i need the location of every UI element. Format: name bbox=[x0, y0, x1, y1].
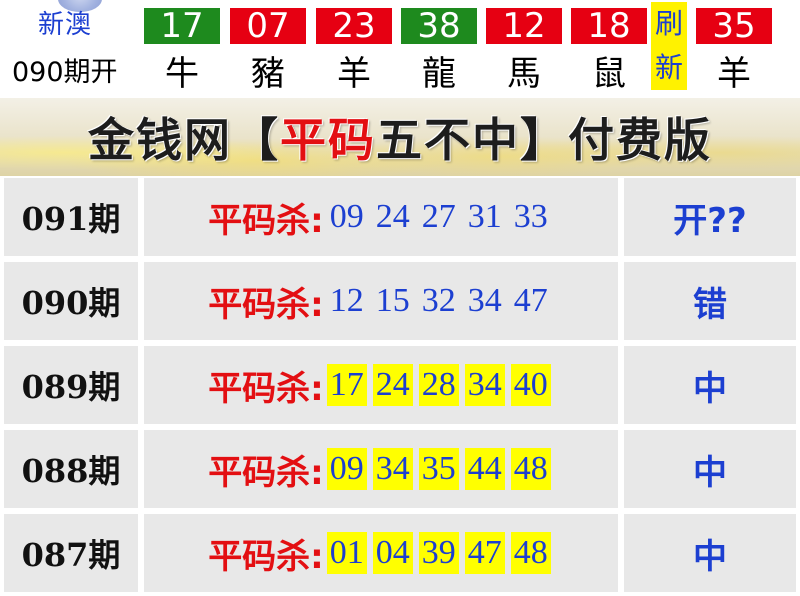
region-label: 新澳 bbox=[38, 10, 93, 40]
ball-4: 38 bbox=[401, 8, 477, 44]
issue-number: 091期 bbox=[21, 200, 121, 238]
issue-open-label: 090期开 bbox=[12, 57, 118, 88]
zodiac-4: 龍 bbox=[422, 54, 456, 94]
result-cell: 中 bbox=[624, 514, 796, 592]
kill-number: 34 bbox=[467, 282, 502, 319]
kill-number: 09 bbox=[326, 448, 367, 490]
kill-number: 15 bbox=[375, 282, 410, 319]
zodiac-2: 豬 bbox=[251, 54, 285, 94]
banner: 金钱网【 平码 五不中】付费版 bbox=[0, 98, 800, 176]
kill-label: 平码杀: bbox=[208, 536, 324, 577]
result-cell: 中 bbox=[624, 346, 796, 424]
refresh-label-1: 刷 bbox=[654, 7, 683, 40]
result-status: 中 bbox=[693, 368, 727, 409]
result-status: 错 bbox=[693, 284, 727, 325]
kill-number: 32 bbox=[421, 282, 456, 319]
kill-numbers-cell: 平码杀: 12 15 32 34 47 bbox=[144, 262, 618, 340]
zodiac-special: 羊 bbox=[717, 54, 751, 94]
kill-number: 12 bbox=[329, 282, 364, 319]
result-cell: 错 bbox=[624, 262, 796, 340]
kill-number: 44 bbox=[464, 448, 505, 490]
result-status: 中 bbox=[693, 452, 727, 493]
table-row: 090期 平码杀: 12 15 32 34 47 错 bbox=[0, 260, 800, 340]
prediction-table: 091期 平码杀: 09 24 27 31 33 开?? 090期 平码杀: 12 15 32 34 47 错… bbox=[0, 176, 800, 596]
kill-number: 47 bbox=[464, 532, 505, 574]
issue-number: 087期 bbox=[21, 536, 121, 574]
zodiac-6: 鼠 bbox=[592, 54, 626, 94]
result-status: 中 bbox=[693, 536, 727, 577]
kill-numbers-cell: 平码杀: 09 24 27 31 33 bbox=[144, 178, 618, 256]
issue-cell: 090期 bbox=[4, 262, 138, 340]
kill-number: 47 bbox=[513, 282, 548, 319]
kill-number: 01 bbox=[326, 532, 367, 574]
kill-number: 17 bbox=[326, 364, 367, 406]
ball-5: 12 bbox=[486, 8, 562, 44]
table-row: 087期 平码杀: 01 04 39 47 48 中 bbox=[0, 512, 800, 592]
issue-cell: 088期 bbox=[4, 430, 138, 508]
kill-label: 平码杀: bbox=[208, 200, 324, 241]
issue-cell: 087期 bbox=[4, 514, 138, 592]
table-row: 088期 平码杀: 09 34 35 44 48 中 bbox=[0, 428, 800, 508]
kill-number: 04 bbox=[372, 532, 413, 574]
kill-number: 48 bbox=[510, 448, 551, 490]
result-cell: 开?? bbox=[624, 178, 796, 256]
ball-1: 17 bbox=[144, 8, 220, 44]
zodiac-5: 馬 bbox=[507, 54, 541, 94]
result-cell: 中 bbox=[624, 430, 796, 508]
ball-2: 07 bbox=[230, 8, 306, 44]
kill-number: 24 bbox=[372, 364, 413, 406]
kill-number: 34 bbox=[372, 448, 413, 490]
table-row: 091期 平码杀: 09 24 27 31 33 开?? bbox=[0, 176, 800, 256]
issue-number: 089期 bbox=[21, 368, 121, 406]
banner-prefix: 金钱网【 bbox=[88, 113, 280, 167]
banner-title: 金钱网【 平码 五不中】付费版 bbox=[0, 98, 800, 176]
banner-suffix: 五不中】付费版 bbox=[376, 113, 712, 167]
kill-number: 09 bbox=[329, 198, 364, 235]
kill-number: 48 bbox=[510, 532, 551, 574]
kill-number: 34 bbox=[464, 364, 505, 406]
kill-numbers-cell: 平码杀: 09 34 35 44 48 bbox=[144, 430, 618, 508]
ball-3: 23 bbox=[316, 8, 392, 44]
kill-label: 平码杀: bbox=[208, 284, 324, 325]
kill-label: 平码杀: bbox=[208, 452, 324, 493]
result-status: 开?? bbox=[673, 200, 747, 241]
zodiac-1: 牛 bbox=[165, 54, 199, 94]
issue-number: 090期 bbox=[21, 284, 121, 322]
kill-number: 39 bbox=[418, 532, 459, 574]
issue-number: 088期 bbox=[21, 452, 121, 490]
kill-number: 35 bbox=[418, 448, 459, 490]
ball-special: 35 bbox=[696, 8, 772, 44]
kill-label: 平码杀: bbox=[208, 368, 324, 409]
refresh-button[interactable]: 刷 新 bbox=[651, 2, 687, 90]
result-strip: 新澳 090期开 17 07 23 38 12 18 35 牛 豬 羊 龍 馬 … bbox=[0, 0, 800, 94]
kill-numbers-cell: 平码杀: 01 04 39 47 48 bbox=[144, 514, 618, 592]
kill-numbers-cell: 平码杀: 17 24 28 34 40 bbox=[144, 346, 618, 424]
table-row: 089期 平码杀: 17 24 28 34 40 中 bbox=[0, 344, 800, 424]
kill-number: 31 bbox=[467, 198, 502, 235]
kill-number: 27 bbox=[421, 198, 456, 235]
kill-number: 28 bbox=[418, 364, 459, 406]
ball-6: 18 bbox=[571, 8, 647, 44]
zodiac-3: 羊 bbox=[337, 54, 371, 94]
refresh-label-2: 新 bbox=[654, 51, 683, 84]
banner-highlight: 平码 bbox=[280, 113, 376, 167]
issue-cell: 089期 bbox=[4, 346, 138, 424]
kill-number: 24 bbox=[375, 198, 410, 235]
kill-number: 33 bbox=[513, 198, 548, 235]
kill-number: 40 bbox=[510, 364, 551, 406]
issue-cell: 091期 bbox=[4, 178, 138, 256]
